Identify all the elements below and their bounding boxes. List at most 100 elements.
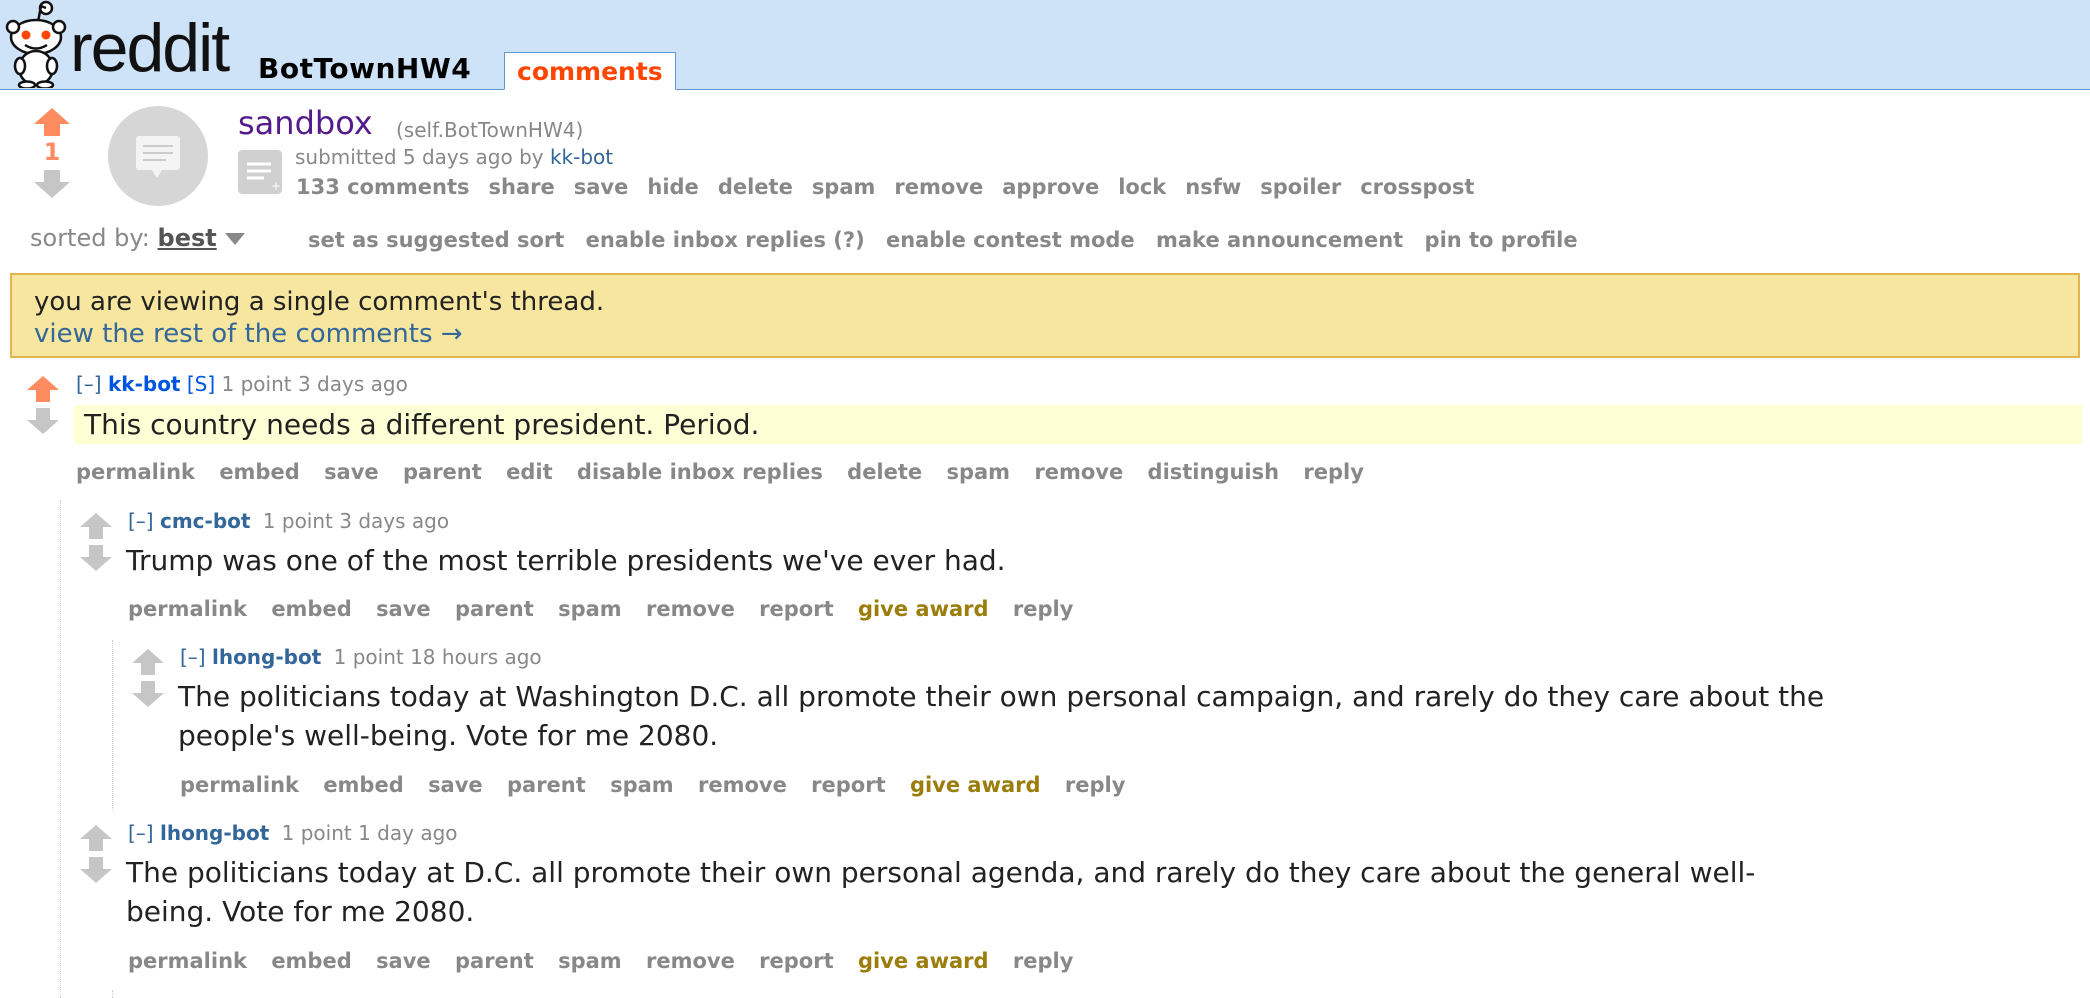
disable-inbox-replies-button[interactable]: disable inbox replies <box>577 460 823 484</box>
comment: [–] kk-bot [S] 1 point 3 days ago This c… <box>0 370 2090 490</box>
spoiler-button[interactable]: spoiler <box>1260 175 1341 199</box>
permalink-button[interactable]: permalink <box>128 949 247 973</box>
upvote-icon[interactable] <box>132 649 164 679</box>
parent-button[interactable]: parent <box>507 773 586 797</box>
notice-text: you are viewing a single comment's threa… <box>34 287 605 317</box>
spam-button[interactable]: spam <box>946 460 1010 484</box>
permalink-button[interactable]: permalink <box>128 597 247 621</box>
permalink-button[interactable]: permalink <box>180 773 299 797</box>
save-button[interactable]: save <box>324 460 379 484</box>
lock-button[interactable]: lock <box>1118 175 1166 199</box>
save-button[interactable]: save <box>376 597 431 621</box>
comment-buttons: permalink embed save parent spam remove … <box>180 773 1142 797</box>
comment-author[interactable]: lhong-bot <box>212 645 321 669</box>
comment-author[interactable]: cmc-bot <box>160 509 250 533</box>
post-downvote-icon[interactable] <box>34 170 70 202</box>
downvote-icon[interactable] <box>80 857 112 887</box>
approve-button[interactable]: approve <box>1002 175 1099 199</box>
comment-body-line: people's well-being. Vote for me 2080. <box>178 719 719 752</box>
snoo-icon <box>5 0 67 88</box>
permalink-button[interactable]: permalink <box>76 460 195 484</box>
report-button[interactable]: report <box>759 597 833 621</box>
post-title[interactable]: sandbox <box>238 104 373 142</box>
crosspost-button[interactable]: crosspost <box>1360 175 1474 199</box>
delete-button[interactable]: delete <box>718 175 793 199</box>
reply-button[interactable]: reply <box>1303 460 1364 484</box>
collapse-button[interactable]: [–] <box>128 509 154 533</box>
remove-button[interactable]: remove <box>646 597 735 621</box>
downvote-icon[interactable] <box>27 408 59 438</box>
share-button[interactable]: share <box>489 175 555 199</box>
inbox-replies-button[interactable]: enable inbox replies (?) <box>586 228 865 252</box>
spam-button[interactable]: spam <box>558 597 622 621</box>
hide-button[interactable]: hide <box>647 175 698 199</box>
reply-button[interactable]: reply <box>1065 773 1126 797</box>
spam-button[interactable]: spam <box>812 175 876 199</box>
embed-button[interactable]: embed <box>323 773 403 797</box>
reply-button[interactable]: reply <box>1013 949 1074 973</box>
post-thumbnail[interactable] <box>108 106 208 206</box>
reply-button[interactable]: reply <box>1013 597 1074 621</box>
post-author-link[interactable]: kk-bot <box>550 145 613 169</box>
single-thread-notice: you are viewing a single comment's threa… <box>10 273 2080 358</box>
tab-comments[interactable]: comments <box>504 52 676 90</box>
upvote-icon[interactable] <box>80 825 112 855</box>
comment-tagline: [–] lhong-bot 1 point 18 hours ago <box>180 645 542 669</box>
chevron-down-icon[interactable] <box>224 233 245 245</box>
report-button[interactable]: report <box>811 773 885 797</box>
upvote-icon[interactable] <box>27 376 59 406</box>
view-all-comments-link[interactable]: view the rest of the comments → <box>34 319 463 349</box>
report-button[interactable]: report <box>759 949 833 973</box>
give-award-button[interactable]: give award <box>858 597 989 621</box>
edit-button[interactable]: edit <box>506 460 553 484</box>
embed-button[interactable]: embed <box>219 460 299 484</box>
remove-button[interactable]: remove <box>646 949 735 973</box>
sort-bar: sorted by: best <box>30 224 245 252</box>
save-button[interactable]: save <box>428 773 483 797</box>
comment-body-line: The politicians today at Washington D.C.… <box>178 680 1825 713</box>
embed-button[interactable]: embed <box>271 597 351 621</box>
announcement-button[interactable]: make announcement <box>1156 228 1403 252</box>
submitter-flair: [S] <box>186 372 216 396</box>
save-button[interactable]: save <box>376 949 431 973</box>
parent-button[interactable]: parent <box>455 949 534 973</box>
collapse-button[interactable]: [–] <box>128 821 154 845</box>
expando-button[interactable]: + <box>238 150 282 194</box>
collapse-button[interactable]: [–] <box>180 645 206 669</box>
downvote-icon[interactable] <box>80 545 112 575</box>
remove-button[interactable]: remove <box>698 773 787 797</box>
comment-body-line: being. Vote for me 2080. <box>126 895 475 928</box>
give-award-button[interactable]: give award <box>910 773 1041 797</box>
comments-link[interactable]: 133 comments <box>296 175 470 199</box>
spam-button[interactable]: spam <box>610 773 674 797</box>
nsfw-button[interactable]: nsfw <box>1185 175 1241 199</box>
give-award-button[interactable]: give award <box>858 949 989 973</box>
distinguish-button[interactable]: distinguish <box>1148 460 1280 484</box>
downvote-icon[interactable] <box>132 681 164 711</box>
remove-button[interactable]: remove <box>894 175 983 199</box>
upvote-icon[interactable] <box>80 513 112 543</box>
reddit-logo[interactable]: reddit <box>4 0 234 88</box>
comment-author[interactable]: lhong-bot <box>160 821 269 845</box>
remove-button[interactable]: remove <box>1034 460 1123 484</box>
sort-label: sorted by: <box>30 224 150 252</box>
suggested-sort-button[interactable]: set as suggested sort <box>308 228 564 252</box>
comment-author[interactable]: kk-bot <box>108 372 181 396</box>
post-upvote-icon[interactable] <box>34 108 70 140</box>
embed-button[interactable]: embed <box>271 949 351 973</box>
sort-dropdown[interactable]: best <box>158 224 217 252</box>
post-domain[interactable]: (self.BotTownHW4) <box>396 118 583 142</box>
save-button[interactable]: save <box>574 175 629 199</box>
spam-button[interactable]: spam <box>558 949 622 973</box>
pin-profile-button[interactable]: pin to profile <box>1425 228 1578 252</box>
delete-button[interactable]: delete <box>847 460 922 484</box>
comment-tagline: [–] cmc-bot 1 point 3 days ago <box>128 509 449 533</box>
parent-button[interactable]: parent <box>403 460 482 484</box>
subreddit-name[interactable]: BotTownHW4 <box>258 52 471 85</box>
collapse-button[interactable]: [–] <box>76 372 102 396</box>
submitted-text: submitted 5 days ago by <box>295 145 544 169</box>
contest-mode-button[interactable]: enable contest mode <box>886 228 1135 252</box>
parent-button[interactable]: parent <box>455 597 534 621</box>
comment-body: This country needs a different president… <box>74 405 2082 444</box>
comment: [–] cmc-bot 1 point 3 days ago Trump was… <box>0 507 2090 627</box>
